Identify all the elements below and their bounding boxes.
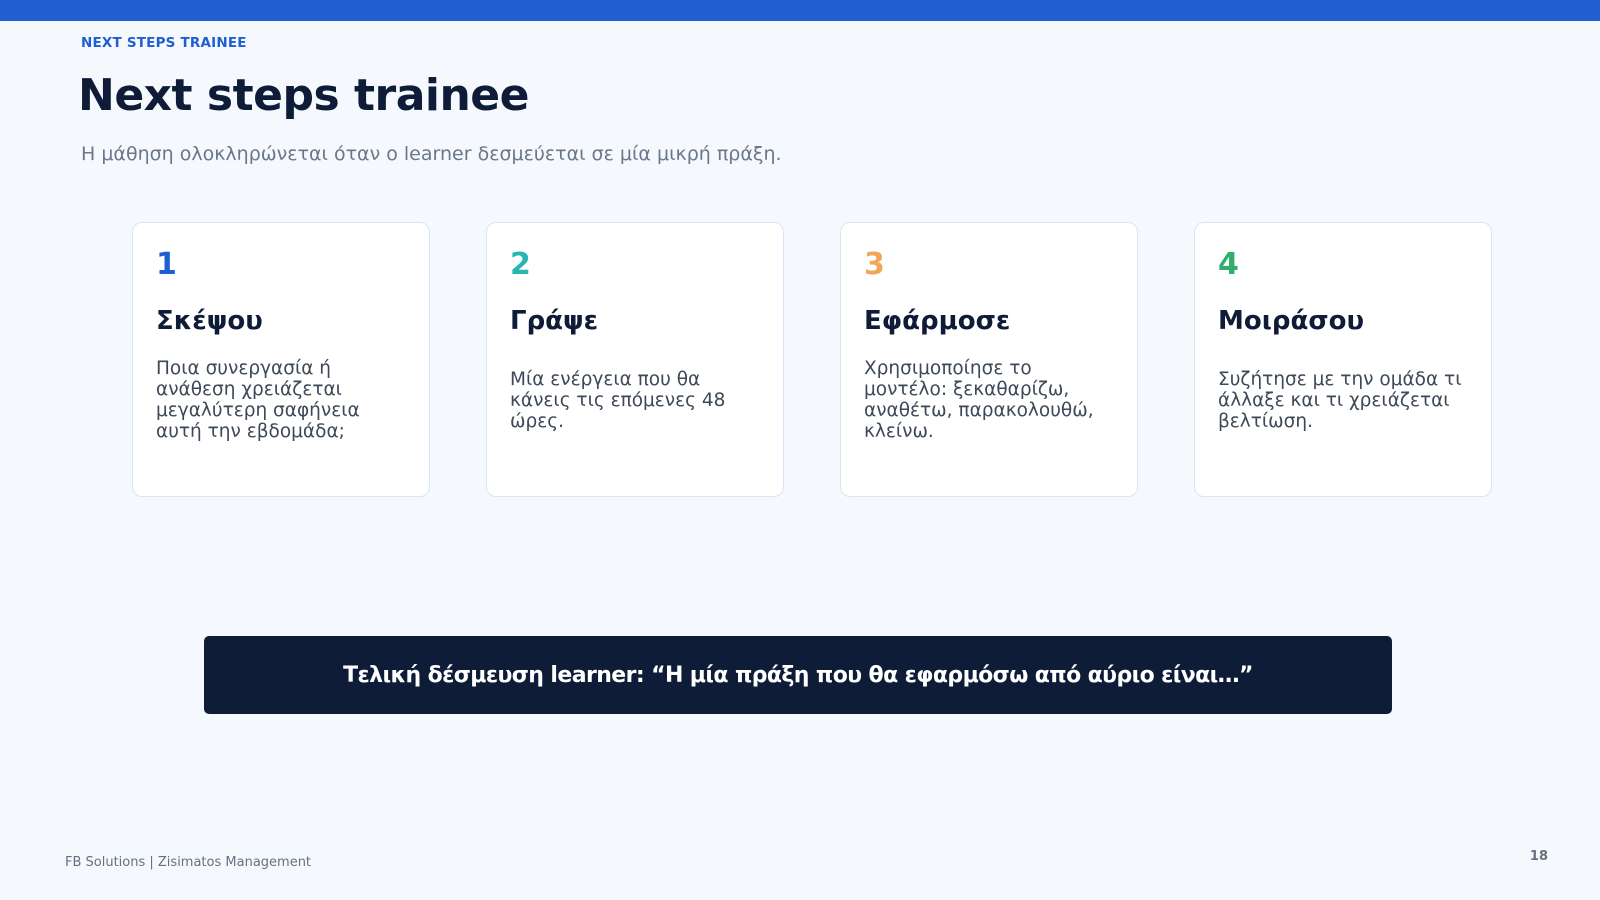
- step-number: 3: [864, 247, 885, 282]
- step-title: Εφάρμοσε: [864, 306, 1011, 336]
- step-title: Μοιράσου: [1218, 306, 1365, 336]
- commitment-banner: Τελική δέσμευση learner: “Η μία πράξη πο…: [204, 636, 1392, 714]
- step-description-text: Μία ενέργεια που θα κάνεις τις επόμενες …: [510, 368, 726, 432]
- step-card-4: 4 Μοιράσου Συζήτησε με την ομάδα τι άλλα…: [1194, 222, 1492, 497]
- step-title: Σκέψου: [156, 306, 263, 336]
- step-description: Ποια συνεργασία ή ανάθεση χρειάζεται μεγ…: [156, 345, 409, 455]
- step-card-2: 2 Γράψε Μία ενέργεια που θα κάνεις τις ε…: [486, 222, 784, 497]
- page-number: 18: [1529, 849, 1548, 864]
- footer-company: FB Solutions | Zisimatos Management: [65, 855, 312, 870]
- step-description-text: Συζήτησε με την ομάδα τι άλλαξε και τι χ…: [1218, 368, 1462, 432]
- step-description-text: Ποια συνεργασία ή ανάθεση χρειάζεται μεγ…: [156, 358, 360, 442]
- step-title: Γράψε: [510, 306, 599, 336]
- commitment-banner-text: Τελική δέσμευση learner: “Η μία πράξη πο…: [343, 662, 1253, 688]
- step-description-text: Χρησιμοποίησε το μοντέλο: ξεκαθαρίζω, αν…: [864, 358, 1094, 442]
- step-description: Χρησιμοποίησε το μοντέλο: ξεκαθαρίζω, αν…: [864, 345, 1117, 455]
- section-eyebrow: NEXT STEPS TRAINEE: [81, 35, 247, 51]
- step-description: Μία ενέργεια που θα κάνεις τις επόμενες …: [510, 345, 763, 455]
- top-accent-bar: [0, 0, 1600, 21]
- step-number: 4: [1218, 247, 1239, 282]
- page-subtitle: Η μάθηση ολοκληρώνεται όταν ο learner δε…: [81, 143, 782, 165]
- step-number: 1: [156, 247, 177, 282]
- page-title: Next steps trainee: [78, 70, 529, 121]
- step-number: 2: [510, 247, 531, 282]
- step-card-3: 3 Εφάρμοσε Χρησιμοποίησε το μοντέλο: ξεκ…: [840, 222, 1138, 497]
- step-card-1: 1 Σκέψου Ποια συνεργασία ή ανάθεση χρειά…: [132, 222, 430, 497]
- step-description: Συζήτησε με την ομάδα τι άλλαξε και τι χ…: [1218, 345, 1471, 455]
